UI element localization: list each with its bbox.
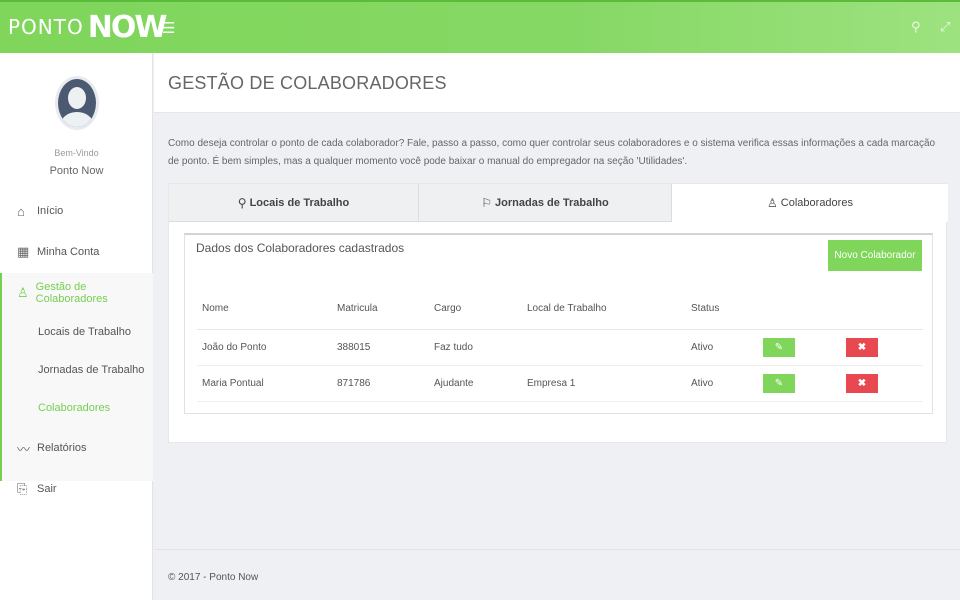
table-row: Maria Pontual 871786 Ajudante Empresa 1 … bbox=[197, 365, 923, 402]
edit-button[interactable]: ✎ bbox=[763, 373, 795, 393]
footer: © 2017 - Ponto Now bbox=[154, 549, 960, 600]
flag-icon: ⚐ bbox=[481, 195, 493, 210]
cell-status: Ativo bbox=[686, 329, 758, 366]
collaborators-table: Nome Matricula Cargo Local de Trabalho S… bbox=[197, 289, 923, 402]
tab-bar: ⚲ Locais de Trabalho ⚐ Jornadas de Traba… bbox=[169, 184, 948, 222]
user-icon: ♙ bbox=[767, 196, 778, 210]
tab-colaboradores[interactable]: ♙ Colaboradores bbox=[672, 184, 948, 222]
tab-label: Jornadas de Trabalho bbox=[495, 196, 609, 209]
user-icon: ♙ bbox=[17, 285, 29, 300]
subitem-locais[interactable]: Locais de Trabalho bbox=[38, 326, 131, 338]
column-header: Status bbox=[686, 289, 758, 330]
brand-logo[interactable]: PONTO NOW bbox=[8, 9, 168, 45]
page-header: GESTÃO DE COLABORADORES bbox=[154, 53, 960, 113]
search-icon[interactable]: ⚲ bbox=[911, 19, 921, 35]
username: Ponto Now bbox=[49, 165, 104, 177]
page-title: GESTÃO DE COLABORADORES bbox=[168, 73, 447, 93]
table-header-row: Nome Matricula Cargo Local de Trabalho S… bbox=[197, 289, 923, 330]
sidebar-item-minha-conta[interactable]: ▦ Minha Conta bbox=[0, 234, 153, 270]
cell-nome: Maria Pontual bbox=[197, 365, 332, 402]
cell-local bbox=[522, 329, 686, 366]
avatar bbox=[55, 76, 99, 130]
column-header: Cargo bbox=[429, 289, 522, 330]
new-collaborator-button[interactable]: Novo Colaborador bbox=[828, 240, 922, 271]
cell-matricula: 388015 bbox=[332, 329, 429, 366]
column-header: Local de Trabalho bbox=[522, 289, 686, 330]
brand-now-text: NOW bbox=[87, 9, 168, 45]
pencil-icon: ✎ bbox=[774, 341, 784, 353]
subitem-colaboradores[interactable]: Colaboradores bbox=[38, 402, 110, 414]
home-icon: ⌂ bbox=[17, 203, 25, 219]
cell-status: Ativo bbox=[686, 365, 758, 402]
collaborators-card: Dados dos Colaboradores cadastrados Novo… bbox=[184, 233, 933, 414]
welcome-text: Bem-Vindo bbox=[54, 148, 99, 158]
delete-button[interactable]: ✖ bbox=[846, 373, 878, 393]
column-header: Matricula bbox=[332, 289, 429, 330]
sidebar-item-label: Início bbox=[37, 205, 64, 217]
card-title: Dados dos Colaboradores cadastrados bbox=[196, 241, 405, 255]
cell-cargo: Ajudante bbox=[429, 365, 522, 402]
sidebar: Bem-Vindo Ponto Now ⌂ Início ▦ Minha Con… bbox=[0, 53, 153, 600]
delete-button[interactable]: ✖ bbox=[846, 337, 878, 357]
cell-local: Empresa 1 bbox=[522, 365, 686, 402]
column-header: Nome bbox=[197, 289, 332, 330]
logout-icon: ⎘ bbox=[17, 481, 28, 496]
main-panel: ⚲ Locais de Trabalho ⚐ Jornadas de Traba… bbox=[168, 183, 948, 443]
grid-icon: ▦ bbox=[17, 244, 30, 259]
cell-cargo: Faz tudo bbox=[429, 329, 522, 366]
sidebar-item-label: Minha Conta bbox=[37, 246, 100, 258]
close-icon: ✖ bbox=[857, 341, 867, 353]
edit-button[interactable]: ✎ bbox=[763, 337, 795, 357]
sidebar-item-label: Sair bbox=[37, 483, 57, 495]
table-row: João do Ponto 388015 Faz tudo Ativo ✎ ✖ bbox=[197, 329, 923, 366]
sidebar-item-gestao[interactable]: ♙ Gestão de Colaboradores bbox=[0, 275, 153, 311]
sidebar-item-sair[interactable]: ⎘ Sair bbox=[0, 471, 153, 507]
menu-toggle-icon[interactable]: ☰ bbox=[162, 19, 175, 37]
intro-text: Como deseja controlar o ponto de cada co… bbox=[168, 138, 936, 167]
tab-label: Colaboradores bbox=[780, 197, 853, 209]
location-icon: ⚲ bbox=[237, 195, 247, 210]
sidebar-item-relatorios[interactable]: 〰 Relatórios bbox=[0, 430, 153, 466]
pencil-icon: ✎ bbox=[774, 377, 784, 389]
top-bar: PONTO NOW ☰ ⚲ ⤢ bbox=[0, 0, 960, 53]
tab-locais[interactable]: ⚲ Locais de Trabalho bbox=[169, 184, 419, 222]
subitem-jornadas[interactable]: Jornadas de Trabalho bbox=[38, 364, 144, 376]
close-icon: ✖ bbox=[857, 377, 867, 389]
sidebar-item-label: Relatórios bbox=[37, 442, 87, 454]
fullscreen-icon[interactable]: ⤢ bbox=[940, 19, 950, 35]
sidebar-item-label: Gestão de Colaboradores bbox=[35, 281, 108, 305]
cell-matricula: 871786 bbox=[332, 365, 429, 402]
brand-ponto-text: PONTO bbox=[8, 15, 84, 39]
tab-label: Locais de Trabalho bbox=[249, 196, 350, 209]
chart-icon: 〰 bbox=[17, 441, 31, 457]
tab-jornadas[interactable]: ⚐ Jornadas de Trabalho bbox=[419, 184, 672, 222]
cell-nome: João do Ponto bbox=[197, 329, 332, 366]
footer-text: © 2017 - Ponto Now bbox=[168, 572, 259, 583]
sidebar-item-inicio[interactable]: ⌂ Início bbox=[0, 193, 153, 229]
